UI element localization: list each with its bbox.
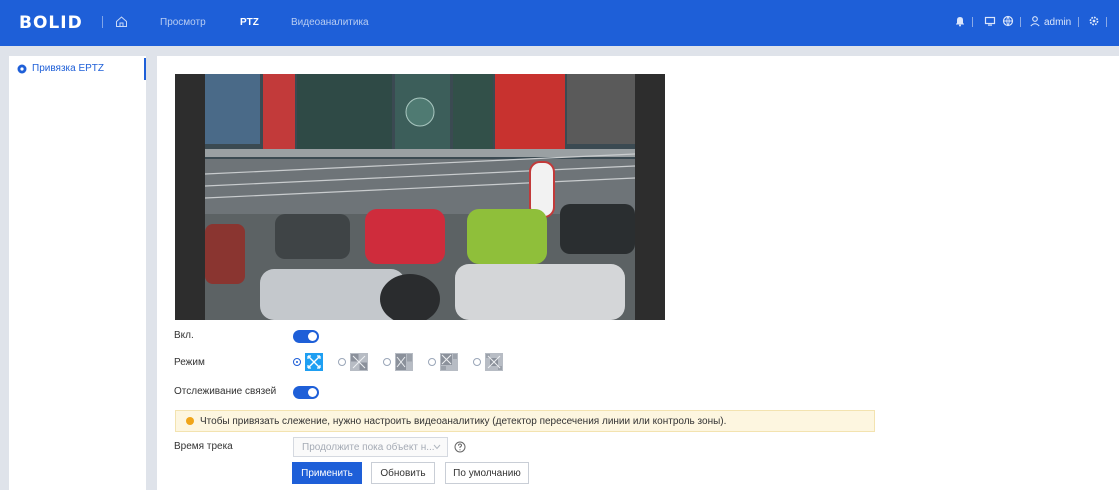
mode-grid-3-icon[interactable] — [395, 353, 413, 371]
gear-icon — [17, 64, 27, 74]
warning-icon — [186, 417, 194, 425]
nav-item-view[interactable]: Просмотр — [160, 17, 206, 28]
mode-grid-4-icon[interactable] — [440, 353, 458, 371]
apply-button[interactable]: Применить — [292, 462, 362, 484]
help-icon[interactable] — [454, 441, 466, 453]
tracking-label: Отслеживание связей — [174, 386, 277, 397]
sidebar-item-label: Привязка EPTZ — [32, 63, 105, 74]
sidebar: Привязка EPTZ — [9, 56, 146, 490]
bell-icon[interactable] — [954, 15, 966, 27]
user-icon[interactable] — [1029, 15, 1041, 27]
enable-label: Вкл. — [174, 330, 194, 341]
track-time-select[interactable]: Продолжите пока объект н... — [293, 437, 448, 457]
mode-grid-5-icon[interactable] — [485, 353, 503, 371]
divider — [1020, 17, 1021, 27]
nav-item-ptz[interactable]: PTZ — [240, 17, 259, 28]
mode-radio-5[interactable] — [473, 358, 481, 366]
enable-toggle[interactable] — [293, 330, 319, 343]
main-panel: Вкл. Режим Отслеживание связей Чтобы при… — [157, 56, 1119, 490]
tracking-toggle[interactable] — [293, 386, 319, 399]
divider — [1106, 17, 1107, 27]
brand-logo[interactable]: BOLID — [19, 13, 83, 33]
globe-icon[interactable] — [1002, 15, 1014, 27]
default-button[interactable]: По умолчанию — [445, 462, 529, 484]
video-preview[interactable] — [175, 74, 665, 320]
mode-grid-2x2-icon[interactable] — [350, 353, 368, 371]
notice-text: Чтобы привязать слежение, нужно настроит… — [200, 416, 727, 427]
divider — [972, 17, 973, 27]
nav-item-analytics[interactable]: Видеоаналитика — [291, 17, 369, 28]
divider — [1078, 17, 1079, 27]
home-icon[interactable] — [115, 15, 128, 28]
mode-radio-3[interactable] — [383, 358, 391, 366]
mode-label: Режим — [174, 357, 205, 368]
mode-full-icon[interactable] — [305, 353, 323, 371]
divider — [102, 16, 103, 28]
track-time-value: Продолжите пока объект н... — [302, 442, 435, 453]
camera-frame-image — [205, 74, 635, 320]
mode-radio-1[interactable] — [293, 358, 301, 366]
sidebar-item-eptz-binding[interactable]: Привязка EPTZ — [9, 58, 146, 80]
top-bar: BOLID Просмотр PTZ Видеоаналитика admin — [0, 0, 1119, 46]
info-notice: Чтобы привязать слежение, нужно настроит… — [175, 410, 875, 432]
gear-icon[interactable] — [1088, 15, 1100, 27]
mode-radio-4[interactable] — [428, 358, 436, 366]
track-time-label: Время трека — [174, 441, 233, 452]
refresh-button[interactable]: Обновить — [371, 462, 435, 484]
chevron-down-icon — [433, 444, 441, 450]
monitor-icon[interactable] — [984, 15, 996, 27]
mode-radio-2[interactable] — [338, 358, 346, 366]
user-name[interactable]: admin — [1044, 17, 1071, 37]
